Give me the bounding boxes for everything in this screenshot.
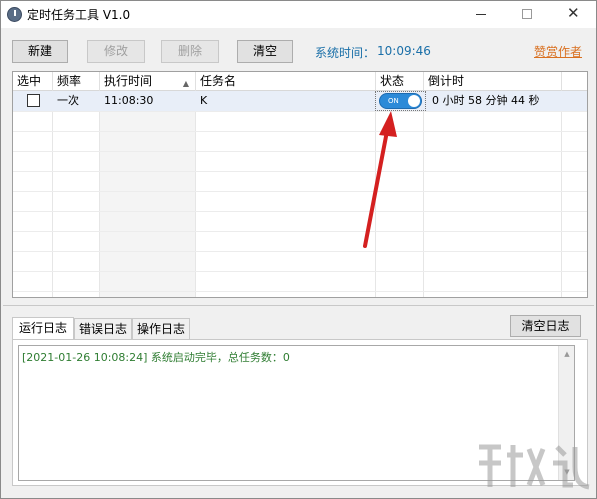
column-bg xyxy=(424,91,562,297)
column-header-status[interactable]: 状态 xyxy=(376,72,424,91)
column-header-exec-time[interactable]: 执行时间 ▲ xyxy=(100,72,196,91)
row-select-checkbox[interactable] xyxy=(27,94,40,107)
maximize-button[interactable] xyxy=(504,1,550,28)
column-header-countdown[interactable]: 倒计时 xyxy=(424,72,562,91)
row-divider xyxy=(13,231,587,232)
watermark-glyphs xyxy=(479,444,590,490)
row-divider xyxy=(13,251,587,252)
column-header-select[interactable]: 选中 xyxy=(13,72,53,91)
row-task-name: K xyxy=(200,94,208,107)
toggle-knob xyxy=(408,95,420,107)
window-title: 定时任务工具 V1.0 xyxy=(27,8,131,22)
scroll-up-icon[interactable]: ▲ xyxy=(559,346,575,362)
edit-task-button[interactable]: 修改 xyxy=(87,40,145,63)
minimize-button[interactable] xyxy=(458,1,504,28)
title-bar: 定时任务工具 V1.0 ✕ xyxy=(1,1,596,28)
grid-header: 选中 频率 执行时间 ▲ 任务名 状态 倒计时 xyxy=(13,72,587,91)
app-clock-icon xyxy=(7,7,22,22)
row-divider xyxy=(13,171,587,172)
row-divider xyxy=(13,151,587,152)
column-bg xyxy=(13,91,53,297)
tab-run-log[interactable]: 运行日志 xyxy=(12,317,74,340)
panel-divider xyxy=(3,305,594,306)
new-task-button[interactable]: 新建 xyxy=(12,40,68,63)
tab-operation-log[interactable]: 操作日志 xyxy=(132,318,190,339)
close-icon: ✕ xyxy=(567,4,580,22)
row-divider xyxy=(13,191,587,192)
column-header-task-name[interactable]: 任务名 xyxy=(196,72,376,91)
column-bg xyxy=(53,91,100,297)
arrow-shaft xyxy=(363,124,390,248)
column-header-frequency[interactable]: 频率 xyxy=(53,72,100,91)
column-bg xyxy=(196,91,376,297)
donate-author-link[interactable]: 赞赏作者 xyxy=(534,43,582,60)
task-grid: 选中 频率 执行时间 ▲ 任务名 状态 倒计时 一次 11:08:30 K ON… xyxy=(12,71,588,298)
clear-log-button[interactable]: 清空日志 xyxy=(510,315,581,337)
annotation-arrow-icon xyxy=(363,111,397,248)
watermark-logo xyxy=(479,444,590,490)
system-time-label: 系统时间： xyxy=(315,46,376,60)
delete-task-button[interactable]: 删除 xyxy=(161,40,219,63)
column-bg xyxy=(100,91,196,297)
tab-error-log[interactable]: 错误日志 xyxy=(74,318,132,339)
row-frequency: 一次 xyxy=(57,94,79,107)
arrow-head xyxy=(379,111,397,137)
row-exec-time: 11:08:30 xyxy=(104,94,154,107)
log-line: [2021-01-26 10:08:24] 系统启动完毕，总任务数：0 xyxy=(22,351,290,364)
row-divider xyxy=(13,111,587,112)
column-header-exec-time-label: 执行时间 xyxy=(104,74,153,88)
row-divider xyxy=(13,271,587,272)
row-countdown: 0 小时 58 分钟 44 秒 xyxy=(432,94,540,107)
row-divider xyxy=(13,131,587,132)
row-divider xyxy=(13,211,587,212)
app-window: 定时任务工具 V1.0 ✕ 新建 修改 删除 清空 系统时间： 10:09:46… xyxy=(0,0,597,499)
minimize-icon xyxy=(476,14,486,15)
system-time-value: 10:09:46 xyxy=(377,44,431,58)
maximize-icon xyxy=(522,9,532,19)
row-divider xyxy=(13,291,587,292)
close-button[interactable]: ✕ xyxy=(550,1,596,28)
clear-tasks-button[interactable]: 清空 xyxy=(237,40,293,63)
